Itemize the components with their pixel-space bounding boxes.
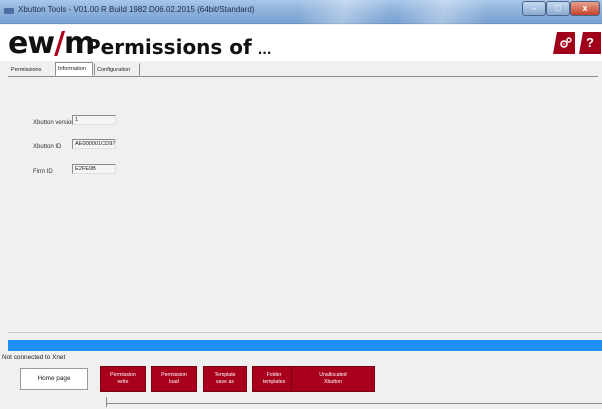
tab-information[interactable]: Information [55, 62, 93, 76]
tab-permissions[interactable]: Permissions [8, 63, 54, 76]
maximize-button[interactable]: □ [546, 1, 570, 16]
permission-write-button[interactable]: Permission write [100, 366, 146, 392]
button-label-line1: Template [214, 372, 236, 378]
firm-id-field[interactable]: E2FE0B [72, 164, 116, 174]
bottom-track-tick [106, 397, 107, 407]
permission-load-button[interactable]: Permission load [151, 366, 197, 392]
button-label-line2: templates [262, 379, 286, 385]
close-button[interactable]: x [570, 1, 600, 16]
help-button[interactable]: ? [579, 32, 601, 54]
logo-text-left: ew [8, 26, 55, 61]
folder-templates-button[interactable]: Folder templates [252, 366, 296, 392]
page-title-text: Permissions of [86, 35, 252, 59]
button-label-line2: Xbutton [324, 379, 342, 385]
connection-status: Not connected to Xnet [2, 354, 66, 361]
button-label-line1: Permission [161, 372, 187, 378]
information-panel: Xbutton version 1 Xbutton ID AE000001CD9… [8, 76, 598, 332]
button-label-line1: Permission [110, 372, 136, 378]
unallocated-xbutton-button[interactable]: Unallocated Xbutton [291, 366, 375, 392]
ewm-logo: ew/m [8, 26, 95, 61]
button-label-line1: Unallocated [319, 372, 347, 378]
button-label-line2: save as [216, 379, 234, 385]
xbutton-version-label: Xbutton version [33, 120, 75, 126]
gears-icon [559, 37, 572, 48]
window-title: Xbutton Tools - V01.00 R Build 1982 D06.… [18, 5, 255, 14]
titlebar-decoration [400, 0, 510, 24]
template-save-as-button[interactable]: Template save as [203, 366, 247, 392]
settings-button[interactable] [553, 32, 575, 54]
button-label-line2: load [169, 379, 179, 385]
page-title: Permissions of... [86, 36, 271, 61]
xbutton-id-label: Xbutton ID [33, 144, 62, 150]
titlebar-decoration [300, 0, 410, 24]
app-icon [4, 8, 14, 14]
xbutton-id-field[interactable]: AE000001CD97232 [72, 139, 116, 149]
title-bar[interactable]: Xbutton Tools - V01.00 R Build 1982 D06.… [0, 0, 602, 24]
bottom-track-line [106, 403, 602, 404]
button-label-line2: write [117, 379, 129, 385]
button-label-line1: Folder [266, 372, 282, 378]
tab-configuration[interactable]: Configuration [94, 63, 140, 76]
progress-bar [8, 340, 602, 351]
app-header: ew/m Permissions of... ? [0, 25, 602, 61]
xbutton-version-field[interactable]: 1 [72, 115, 116, 125]
app-window: Xbutton Tools - V01.00 R Build 1982 D06.… [0, 0, 602, 409]
page-title-suffix: ... [257, 43, 272, 57]
section-divider [8, 332, 602, 333]
home-page-button[interactable]: Home page [20, 368, 88, 390]
firm-id-label: Firm ID [33, 169, 53, 175]
logo-slash: / [54, 26, 65, 61]
minimize-button[interactable]: – [522, 1, 546, 16]
